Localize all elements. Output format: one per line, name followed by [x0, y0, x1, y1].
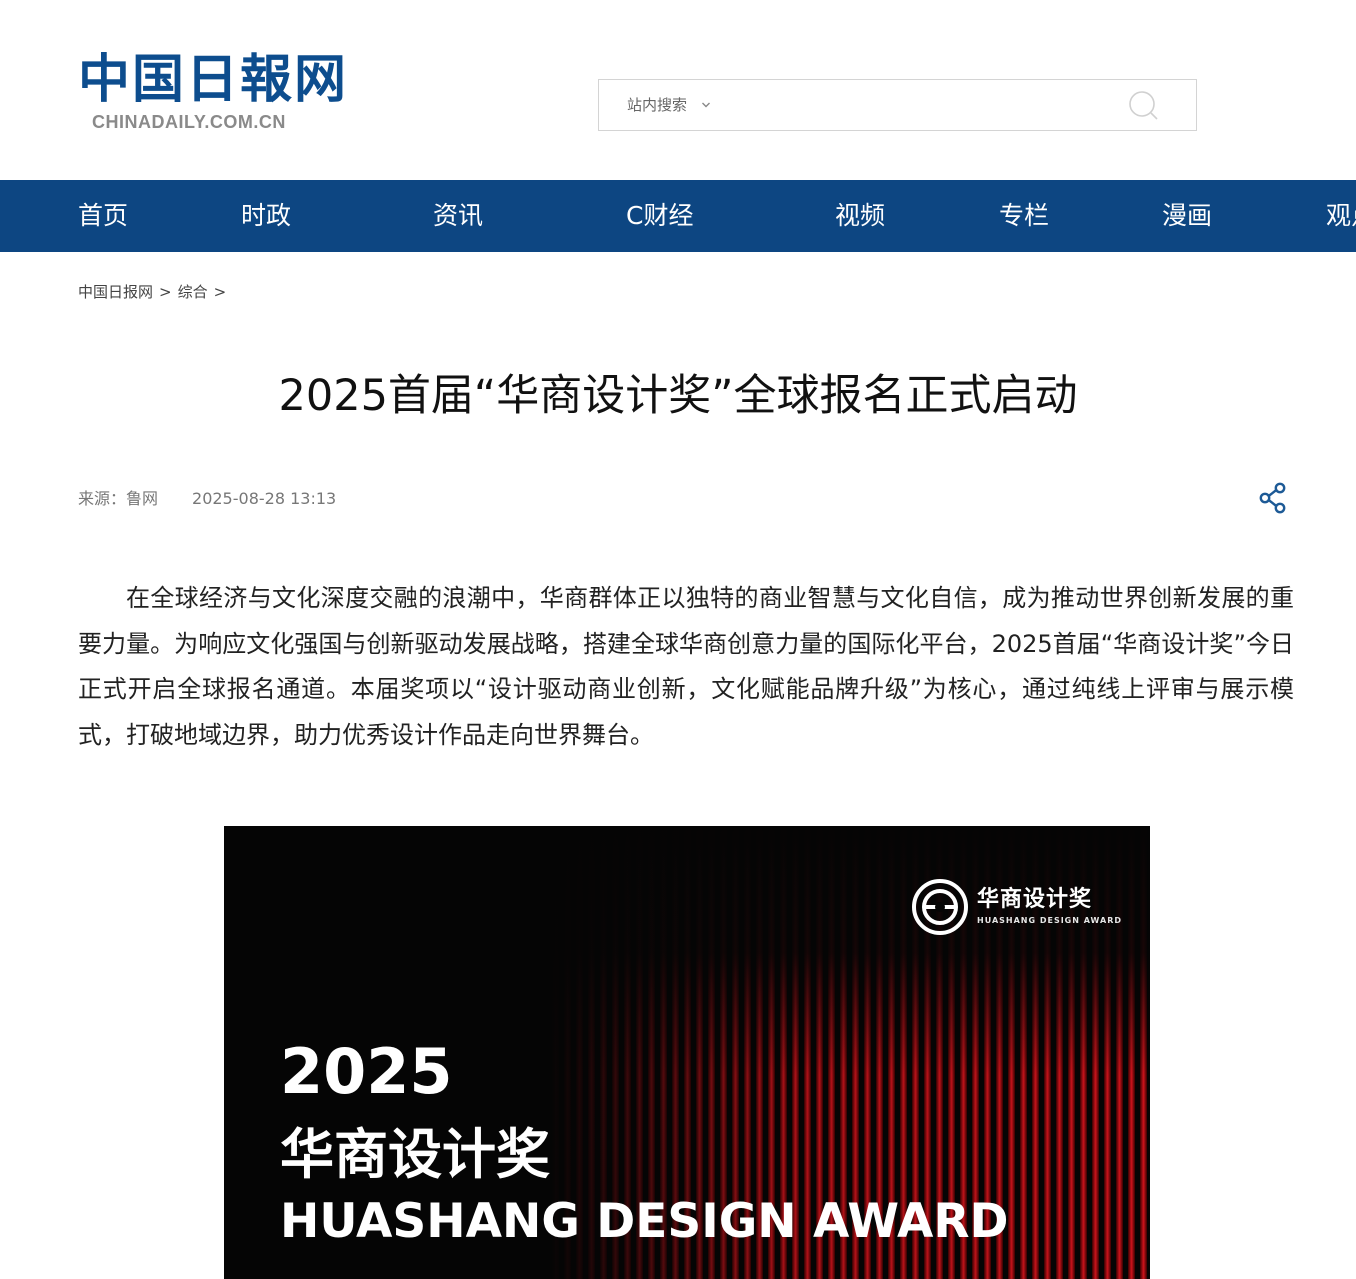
article-source: 来源：鲁网: [78, 489, 159, 508]
nav-item-columns[interactable]: 专栏: [999, 180, 1049, 252]
search-scope-label: 站内搜索: [627, 96, 688, 114]
nav-item-home[interactable]: 首页: [78, 180, 128, 252]
site-header: 中国日報网 CHINADAILY.COM.CN 站内搜索: [0, 0, 1356, 180]
search-icon[interactable]: [1128, 90, 1160, 122]
nav-item-comics[interactable]: 漫画: [1162, 180, 1212, 252]
award-logo: 华商设计奖 HUASHANG DESIGN AWARD: [911, 878, 1121, 938]
image-title-en: HUASHANG DESIGN AWARD: [280, 1194, 1009, 1249]
search-scope-dropdown[interactable]: 站内搜索: [627, 94, 711, 116]
chevron-down-icon: [702, 102, 711, 108]
article-title: 2025首届“华商设计奖”全球报名正式启动: [278, 371, 1078, 421]
nav-item-news[interactable]: 资讯: [433, 180, 483, 252]
article-image: 华商设计奖 HUASHANG DESIGN AWARD 2025 华商设计奖 H…: [224, 826, 1150, 1279]
breadcrumb: 中国日报网 > 综合 >: [78, 281, 226, 303]
award-logo-cn: 华商设计奖: [977, 887, 1093, 912]
search-input[interactable]: [749, 90, 1109, 122]
site-logo[interactable]: 中国日報网 CHINADAILY.COM.CN: [78, 48, 346, 140]
nav-item-opinion[interactable]: 观点: [1326, 180, 1356, 252]
article-datetime: 2025-08-28 13:13: [192, 489, 337, 508]
award-emblem-icon: [912, 879, 968, 935]
share-icon[interactable]: [1255, 480, 1291, 516]
site-search: 站内搜索: [598, 79, 1197, 131]
nav-item-finance[interactable]: C财经: [626, 180, 693, 252]
logo-english: CHINADAILY.COM.CN: [92, 112, 286, 132]
article-body: 在全球经济与文化深度交融的浪潮中，华商群体正以独特的商业智慧与文化自信，成为推动…: [78, 584, 1294, 749]
logo-chinese: 中国日報网: [78, 49, 349, 110]
breadcrumb-home[interactable]: 中国日报网: [78, 281, 153, 303]
award-logo-en: HUASHANG DESIGN AWARD: [977, 916, 1123, 925]
breadcrumb-separator: >: [213, 283, 227, 301]
image-year: 2025: [280, 1035, 453, 1108]
breadcrumb-separator: >: [159, 283, 172, 301]
nav-item-politics[interactable]: 时政: [241, 180, 291, 252]
image-title-cn: 华商设计奖: [280, 1123, 550, 1186]
article-meta: 来源：鲁网 2025-08-28 13:13: [78, 487, 336, 511]
nav-item-video[interactable]: 视频: [835, 180, 885, 252]
breadcrumb-category[interactable]: 综合: [178, 281, 208, 303]
main-nav: 首页 时政 资讯 C财经 视频 专栏 漫画 观点: [0, 180, 1356, 252]
